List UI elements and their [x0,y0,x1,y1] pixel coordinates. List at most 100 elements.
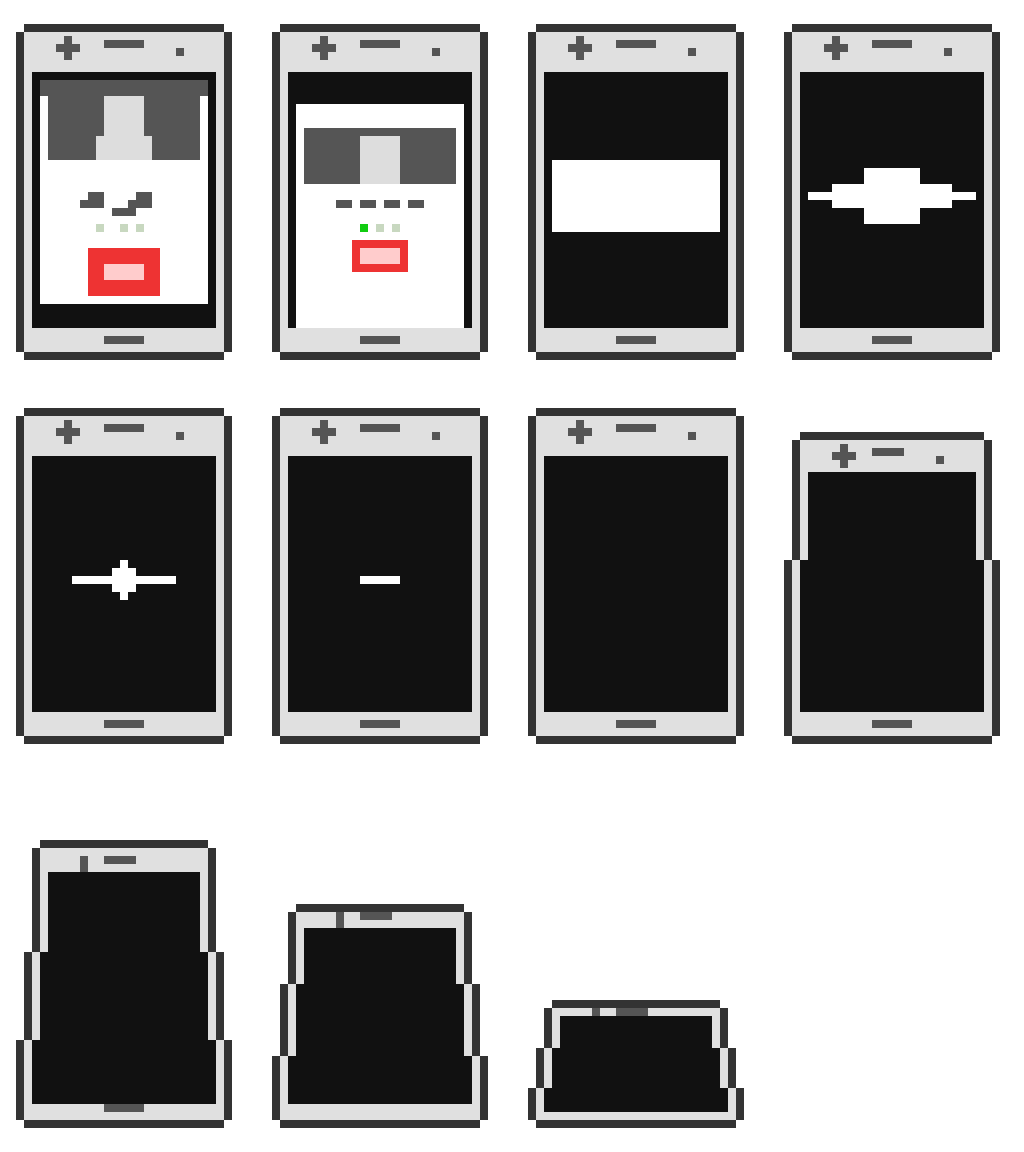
decline-handset-icon [104,264,144,280]
phone-frame-3 [528,24,744,360]
phone-outline-right [464,912,472,984]
phone-outline-bottom [792,352,992,360]
camera-icon [688,432,696,440]
phone-screen [544,1088,728,1112]
phone-outline-top [280,24,480,32]
ringing-dot-active [360,224,368,232]
home-button-icon [104,720,144,728]
camera-icon [432,48,440,56]
phone-outline-left [544,1008,552,1048]
caller-name-glyph [408,200,424,208]
phone-outline-bottom [24,736,224,744]
speaker-icon [616,424,656,432]
home-button-icon [872,336,912,344]
phone-screen [560,1016,712,1048]
ringing-dot [136,224,144,232]
phone-outline-left [16,32,24,352]
phone-outline-right [208,848,216,952]
screen-collapse-diamond-core [864,168,920,224]
phone-outline-bottom [792,736,992,744]
speaker-icon [616,1008,648,1016]
phone-outline-right [224,416,232,736]
phone-screen [544,456,728,712]
phone-screen [800,560,984,712]
phone-outline-right [216,952,224,1040]
ringing-dot [120,224,128,232]
screen-collapse-dash [360,576,400,584]
phone-outline-right [720,1008,728,1048]
speaker-icon [360,40,400,48]
phone-outline-right [736,416,744,736]
phone-outline-bottom [536,352,736,360]
speaker-icon [104,424,144,432]
ringing-dot [96,224,104,232]
plus-icon-vertical [320,420,328,444]
camera-icon [432,432,440,440]
phone-outline-top [552,1000,720,1008]
screen-collapse-bar [552,160,720,232]
caller-name-glyph [360,200,376,208]
phone-frame-5 [16,408,232,744]
phone-screen [40,952,208,1040]
plus-icon-vertical [64,36,72,60]
camera-icon [176,432,184,440]
plus-icon-vertical [64,420,72,444]
caller-name-glyph [88,192,104,208]
phone-outline-right [480,416,488,736]
phone-outline-right [224,32,232,352]
speaker-icon [360,424,400,432]
phone-outline-bottom [24,1120,224,1128]
caller-name-glyph [136,192,152,208]
home-button-icon [360,720,400,728]
plus-icon-vertical [320,36,328,60]
phone-outline-left [528,416,536,736]
phone-outline-top [536,408,736,416]
phone-outline-right [480,32,488,352]
phone-outline-top [800,432,984,440]
phone-outline-left [536,1048,544,1088]
phone-frame-1 [16,24,232,360]
phone-outline-left [784,560,792,736]
call-header-bar [40,80,208,96]
phone-outline-left [528,1088,536,1120]
home-button-icon [360,336,400,344]
sprite-sheet [0,0,1024,1152]
phone-frame-6 [272,408,488,744]
phone-outline-left [24,952,32,1040]
plus-icon [336,912,344,928]
phone-outline-right [992,560,1000,736]
decline-handset-icon [360,248,400,264]
speaker-icon [872,40,912,48]
home-button-icon [104,336,144,344]
home-button-icon [616,720,656,728]
phone-outline-right [992,32,1000,352]
phone-outline-bottom [536,1120,736,1128]
phone-outline-right [224,1040,232,1120]
phone-outline-top [24,24,224,32]
phone-outline-bottom [24,352,224,360]
camera-icon [688,48,696,56]
phone-frame-7 [528,408,744,744]
home-button-icon [872,720,912,728]
phone-outline-left [528,32,536,352]
plus-icon-vertical [840,444,848,468]
phone-screen [808,472,976,560]
phone-frame-2 [272,24,488,360]
caller-name-glyph [336,200,352,208]
phone-outline-left [16,1040,24,1120]
phone-screen [552,1048,720,1088]
phone-outline-top [296,904,464,912]
speaker-icon [104,40,144,48]
avatar-icon [360,136,400,184]
phone-screen [288,1056,472,1104]
phone-screen [296,984,464,1056]
camera-icon [176,48,184,56]
phone-outline-bottom [280,736,480,744]
phone-outline-right [480,1056,488,1120]
phone-frame-11 [528,1000,744,1128]
phone-outline-left [16,416,24,736]
camera-icon [936,456,944,464]
camera-icon [944,48,952,56]
screen-collapse-dot-core [120,560,128,600]
phone-frame-4 [784,24,1000,360]
